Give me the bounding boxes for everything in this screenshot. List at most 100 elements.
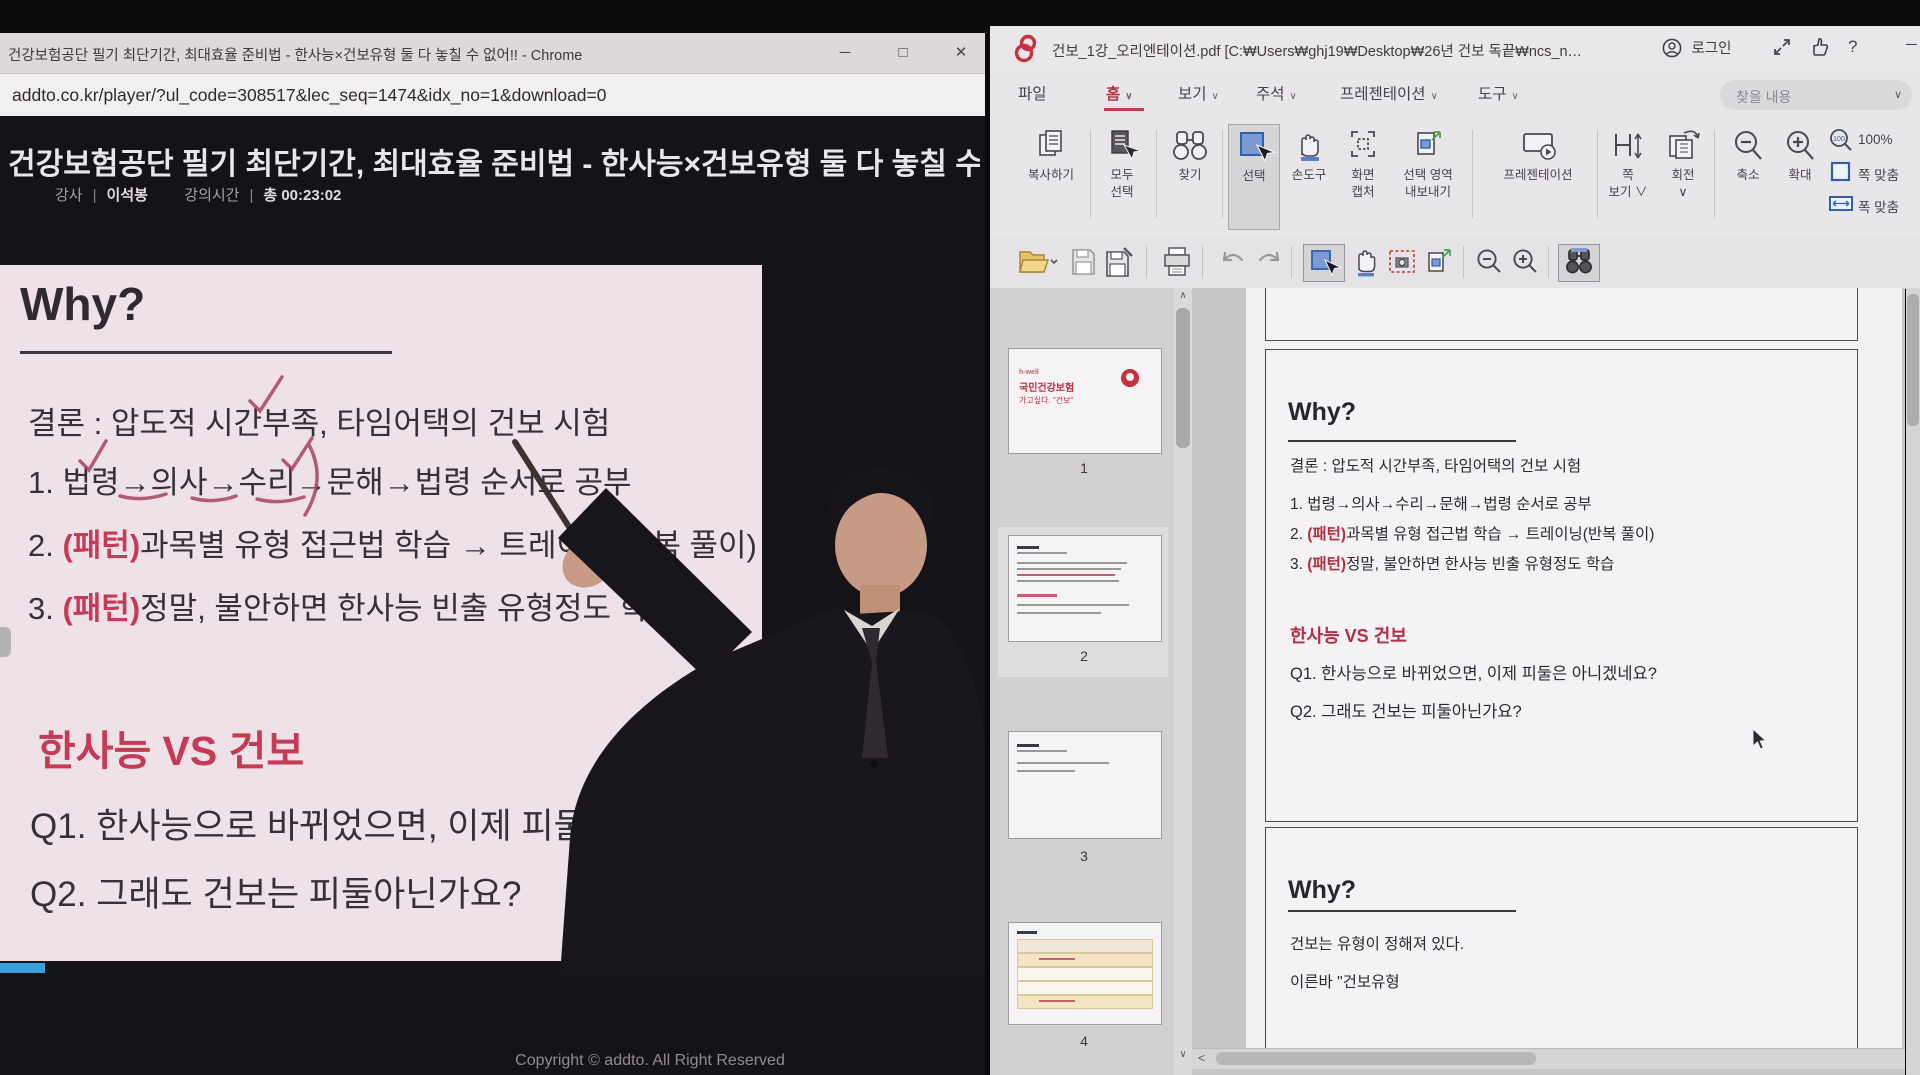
slide-vs-heading: 한사능 VS 건보 [38,717,304,777]
menu-tools[interactable]: 도구∨ [1478,82,1519,104]
ribbon-copy-button[interactable]: 복사하기 [1018,124,1084,228]
ribbon-screen-capture-button[interactable]: 화면 캡처 [1338,124,1388,228]
page3-title: Why? [1288,876,1356,905]
quick-capture-button[interactable] [1385,244,1419,280]
ribbon-divider [1597,130,1598,218]
menu-presentation[interactable]: 프레젠테이션∨ [1340,82,1438,104]
chrome-close-button[interactable]: ✕ [944,39,978,67]
ribbon-select-all-button[interactable]: 모두 선택 [1094,124,1150,228]
zoom-level-button[interactable]: 100 100% [1828,128,1854,154]
thumbnail-scrollbar-thumb[interactable] [1176,308,1190,448]
binoculars-icon [1559,245,1599,281]
login-button[interactable]: 로그인 [1662,37,1731,58]
capture-camera-icon [1385,244,1419,280]
presenter-face [835,493,927,597]
quick-zoom-out-button[interactable] [1472,244,1506,280]
zoom-out-icon [1722,128,1774,164]
menu-home[interactable]: 홈∨ [1106,82,1133,104]
lecture-title: 건강보험공단 필기 최단기간, 최대효율 준비법 - 한사능×건보유형 둘 다 … [8,139,980,183]
binoculars-icon [1162,128,1218,164]
h-scrollbar-thumb[interactable] [1216,1052,1536,1065]
thumbnail-page-1[interactable]: h-well 국민건강보험 가고싶다. "건보" [1008,348,1162,454]
copy-icon [1018,128,1084,164]
select-all-icon [1094,128,1150,164]
thumb1-brand: 국민건강보험 [1019,379,1074,394]
menu-file[interactable]: 파일 [1018,82,1047,104]
ribbon-divider [1714,130,1715,218]
pdf-app-logo [1012,33,1042,63]
page2-title-rule [1288,440,1516,442]
scroll-down-icon[interactable]: ∨ [1174,1047,1192,1063]
svg-text:100: 100 [1833,136,1845,143]
page2-vs-heading: 한사능 VS 건보 [1290,622,1407,648]
pdf-minimize-button[interactable]: ─ [1906,36,1917,53]
side-panel-handle[interactable] [0,627,11,657]
ribbon-zoom-in-button[interactable]: 확대 [1774,124,1826,228]
thumbnail-page-2[interactable] [1008,535,1162,642]
expand-window-icon[interactable] [1772,37,1792,57]
redo-button[interactable] [1252,244,1286,280]
red-pen-annotations [0,265,460,565]
page-view-icon [1602,128,1654,164]
video-progress-bar[interactable] [0,963,45,973]
zoom-out-icon [1472,244,1506,280]
print-button[interactable] [1160,244,1194,280]
thumb1-brand-small: h-well [1019,369,1039,376]
toolbar-divider [1291,246,1292,278]
ribbon-divider [1222,130,1223,218]
scroll-left-icon[interactable]: < [1198,1051,1205,1065]
page2-item-1: 1. 법령→의사→수리→문해→법령 순서로 공부 [1290,492,1592,514]
fit-width-button[interactable]: 폭 맞춤 [1828,192,1854,218]
open-file-button[interactable] [1014,244,1058,280]
quick-hand-tool-button[interactable] [1348,244,1382,280]
thumbnail-page-3[interactable] [1008,731,1162,839]
menu-view[interactable]: 보기∨ [1178,82,1219,104]
redo-icon [1252,244,1286,280]
toolbar-divider [1146,246,1147,278]
search-input[interactable]: 찾을 내용 ∨ [1720,80,1912,110]
ribbon-find-button[interactable]: 찾기 [1162,124,1218,228]
save-as-icon [1102,244,1136,280]
save-as-button[interactable] [1102,244,1136,280]
quick-export-button[interactable] [1422,244,1456,280]
chevron-down-icon[interactable]: ∨ [1894,88,1902,101]
ribbon-zoom-out-button[interactable]: 축소 [1722,124,1774,228]
export-selection-icon [1422,244,1456,280]
quick-zoom-in-button[interactable] [1508,244,1542,280]
page2-item-2: 2. (패턴)과목별 유형 접근법 학습 → 트레이닝(반복 풀이) [1290,522,1654,544]
thumbnail-page-4[interactable] [1008,922,1162,1025]
chrome-maximize-button[interactable]: □ [886,39,920,67]
chrome-window-title: 건강보험공단 필기 최단기간, 최대효율 준비법 - 한사능×건보유형 둘 다 … [8,44,808,65]
save-button[interactable] [1066,244,1100,280]
quick-select-tool-button[interactable] [1303,244,1345,282]
v-scrollbar-thumb[interactable] [1907,294,1919,426]
export-selection-icon [1392,128,1464,164]
ribbon-select-button[interactable]: 선택 [1228,124,1280,230]
ribbon-presentation-button[interactable]: 프레젠테이션 [1486,124,1590,228]
help-icon[interactable]: ? [1848,37,1857,57]
pdf-window-title: 건보_1강_오리엔테이션.pdf [C:₩Users₩ghj19₩Desktop… [1052,40,1642,61]
fit-page-button[interactable]: 쪽 맞춤 [1828,160,1854,186]
undo-icon [1216,244,1250,280]
url-text[interactable]: addto.co.kr/player/?ul_code=308517&lec_s… [12,85,912,106]
chrome-minimize-button[interactable]: ─ [828,39,862,67]
search-placeholder: 찾을 내용 [1736,87,1791,107]
ribbon-export-selection-button[interactable]: 선택 영역 내보내기 [1392,124,1464,228]
clip-microphone [870,760,878,768]
toolbar-divider [1202,246,1203,278]
quick-find-button[interactable] [1558,244,1600,282]
document-horizontal-scrollbar[interactable]: < [1192,1048,1905,1069]
slide-frame-page2: Why? 결론 : 압도적 시간부족, 타임어택의 건보 시험 1. 법령→의사… [1265,349,1858,822]
chrome-urlbar[interactable]: addto.co.kr/player/?ul_code=308517&lec_s… [0,73,985,117]
ribbon-rotate-button[interactable]: 회전 ∨ [1658,124,1708,228]
mouse-cursor [1752,728,1768,752]
menu-annotate[interactable]: 주석∨ [1256,82,1297,104]
select-tool-icon [1229,129,1279,165]
page3-title-rule [1288,910,1516,912]
undo-button[interactable] [1216,244,1250,280]
ribbon-page-view-button[interactable]: 쪽 보기 ∨ [1602,124,1654,228]
like-icon[interactable] [1810,36,1830,57]
zoom-100-icon: 100 [1828,128,1854,152]
ribbon-hand-tool-button[interactable]: 손도구 [1282,124,1336,228]
scroll-up-icon[interactable]: ∧ [1174,288,1192,304]
